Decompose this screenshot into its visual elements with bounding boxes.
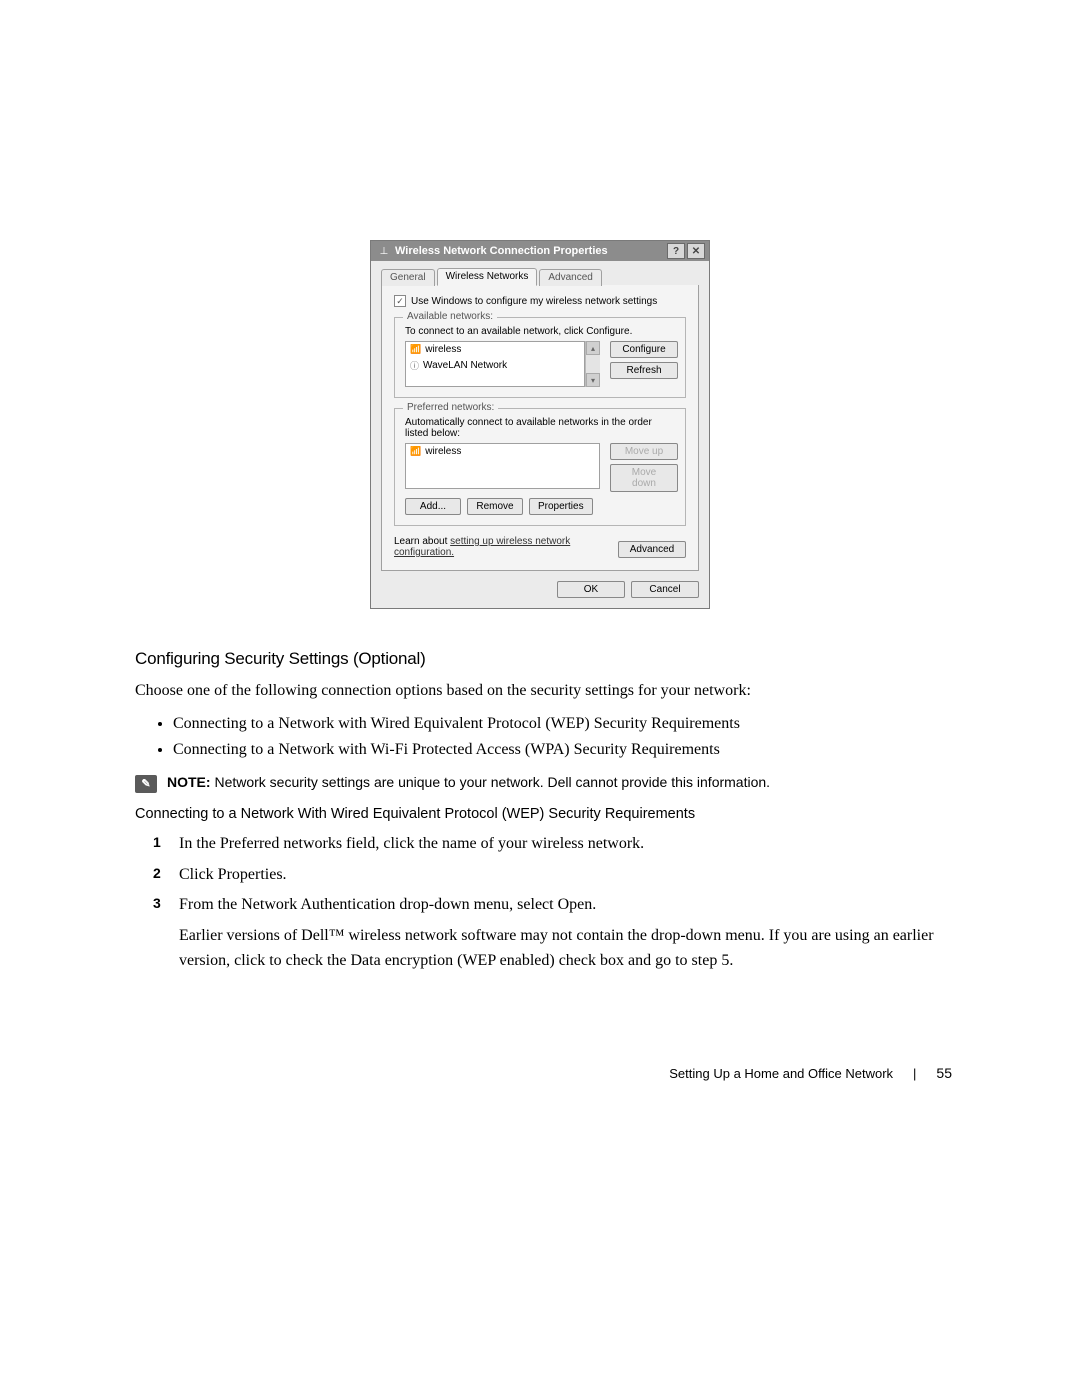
available-hint: To connect to an available network, clic… — [405, 326, 675, 337]
footer-section: Setting Up a Home and Office Network — [669, 1066, 893, 1081]
use-windows-checkbox[interactable]: ✓ — [394, 295, 406, 307]
preferred-networks-list[interactable]: 📶 wireless — [405, 443, 600, 489]
learn-label: Learn about — [394, 536, 450, 547]
step-2: Click Properties. — [153, 863, 945, 888]
tab-panel-wireless: ✓ Use Windows to configure my wireless n… — [381, 285, 699, 571]
bullet-wep: Connecting to a Network with Wired Equiv… — [173, 711, 945, 737]
footer-separator: | — [913, 1066, 916, 1081]
tab-strip: General Wireless Networks Advanced — [381, 267, 699, 286]
ok-button[interactable]: OK — [557, 581, 625, 598]
dialog-title: Wireless Network Connection Properties — [395, 245, 608, 257]
list-item[interactable]: ⓘ WaveLAN Network — [406, 357, 584, 374]
page-number: 55 — [936, 1065, 952, 1081]
properties-button[interactable]: Properties — [529, 498, 593, 515]
preferred-legend: Preferred networks: — [403, 402, 498, 413]
scroll-up-icon[interactable]: ▴ — [586, 341, 600, 355]
available-legend: Available networks: — [403, 311, 497, 322]
preferred-networks-group: Preferred networks: Automatically connec… — [394, 408, 686, 526]
wireless-icon: ⊥ — [377, 244, 391, 258]
scrollbar[interactable]: ▴ ▾ — [585, 341, 600, 387]
step-3: From the Network Authentication drop-dow… — [153, 893, 945, 973]
wireless-properties-dialog: ⊥ Wireless Network Connection Properties… — [370, 240, 710, 609]
tab-general[interactable]: General — [381, 269, 435, 286]
note-icon: ✎ — [135, 775, 157, 793]
close-button[interactable]: ✕ — [687, 243, 705, 259]
cancel-button[interactable]: Cancel — [631, 581, 699, 598]
refresh-button[interactable]: Refresh — [610, 362, 678, 379]
tab-advanced[interactable]: Advanced — [539, 269, 601, 286]
help-button[interactable]: ? — [667, 243, 685, 259]
intro-paragraph: Choose one of the following connection o… — [135, 679, 945, 703]
remove-button[interactable]: Remove — [467, 498, 523, 515]
list-item[interactable]: 📶 wireless — [406, 444, 599, 459]
advanced-button[interactable]: Advanced — [618, 541, 686, 558]
move-down-button[interactable]: Move down — [610, 464, 678, 492]
step-1: In the Preferred networks field, click t… — [153, 832, 945, 857]
titlebar[interactable]: ⊥ Wireless Network Connection Properties… — [371, 241, 709, 261]
bullet-wpa: Connecting to a Network with Wi-Fi Prote… — [173, 737, 945, 763]
heading-configuring-security: Configuring Security Settings (Optional) — [135, 649, 945, 669]
available-networks-group: Available networks: To connect to an ava… — [394, 317, 686, 398]
note-text: Network security settings are unique to … — [211, 774, 771, 790]
available-networks-list[interactable]: 📶 wireless ⓘ WaveLAN Network — [405, 341, 585, 387]
preferred-hint: Automatically connect to available netwo… — [405, 417, 675, 439]
move-up-button[interactable]: Move up — [610, 443, 678, 460]
antenna-icon: 📶 — [410, 344, 421, 355]
scroll-down-icon[interactable]: ▾ — [586, 373, 600, 387]
list-item[interactable]: 📶 wireless — [406, 342, 584, 357]
note-label: NOTE: — [167, 774, 211, 790]
configure-button[interactable]: Configure — [610, 341, 678, 358]
subheading-wep: Connecting to a Network With Wired Equiv… — [135, 806, 945, 822]
antenna-icon: 📶 — [410, 446, 421, 457]
use-windows-label: Use Windows to configure my wireless net… — [411, 296, 657, 307]
note-block: ✎ NOTE: Network security settings are un… — [135, 774, 945, 792]
antenna-icon: ⓘ — [410, 359, 419, 372]
tab-wireless-networks[interactable]: Wireless Networks — [437, 268, 538, 286]
step-3-followup: Earlier versions of Dell™ wireless netwo… — [179, 924, 945, 974]
add-button[interactable]: Add... — [405, 498, 461, 515]
page-footer: Setting Up a Home and Office Network | 5… — [0, 1065, 1080, 1081]
